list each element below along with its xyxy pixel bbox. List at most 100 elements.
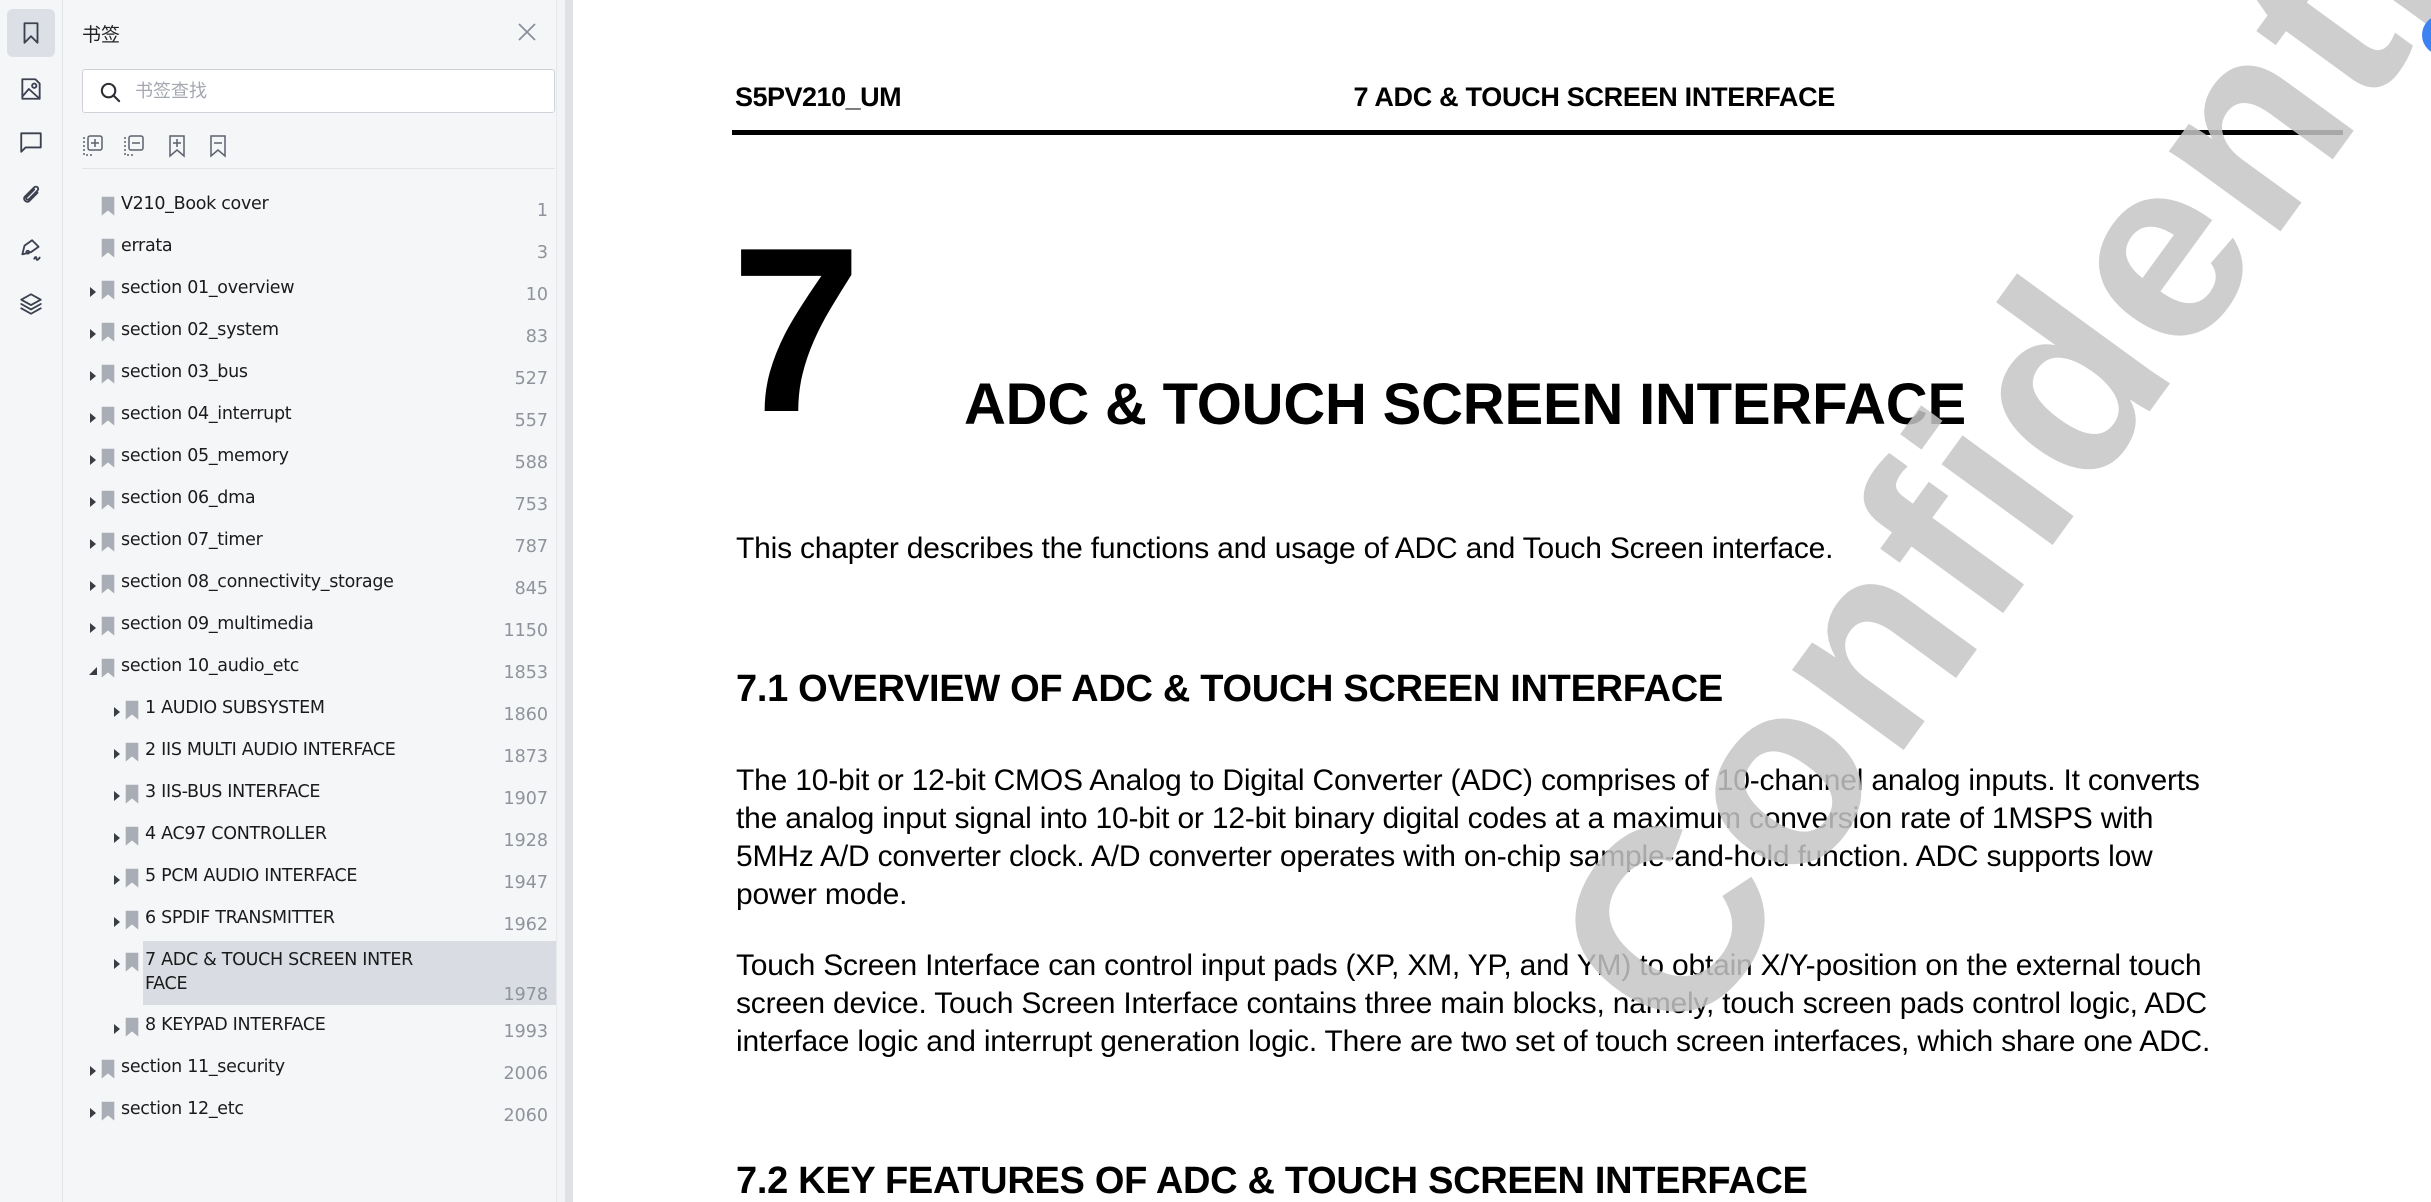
bookmark-item[interactable]: section 03_bus 527 [63, 355, 556, 397]
bookmark-item[interactable]: 7 ADC & TOUCH SCREEN INTER FACE 1978 [63, 941, 556, 1005]
bookmark-icon [101, 490, 115, 510]
caret-right-icon[interactable] [88, 1064, 98, 1076]
bookmark-item[interactable]: V210_Book cover 1 [63, 187, 556, 229]
bookmark-icon [101, 658, 115, 678]
bookmark-item[interactable]: section 10_audio_etc 1853 [63, 649, 556, 691]
bookmark-label: section 02_system [121, 320, 279, 340]
bookmarks-tab[interactable] [7, 9, 55, 57]
layers-tab[interactable] [7, 280, 55, 328]
bookmark-item[interactable]: section 12_etc 2060 [63, 1092, 556, 1134]
caret-down-icon[interactable] [88, 663, 98, 675]
bookmark-item[interactable]: section 09_multimedia 1150 [63, 607, 556, 649]
close-panel-button[interactable] [515, 20, 539, 44]
collapse-all-button[interactable] [123, 133, 151, 163]
bookmark-label: section 04_interrupt [121, 404, 292, 424]
pen-nib-icon [21, 239, 41, 261]
bookmark-search-input[interactable] [135, 76, 535, 106]
chapter-number: 7 [731, 198, 862, 461]
bookmark-label: section 12_etc [121, 1099, 244, 1119]
bookmark-item[interactable]: 3 IIS-BUS INTERFACE 1907 [63, 775, 556, 817]
bookmark-label: section 10_audio_etc [121, 656, 300, 676]
bookmark-label-continued: FACE [145, 974, 188, 994]
caret-right-icon[interactable] [88, 285, 98, 297]
bookmark-item[interactable]: section 02_system 83 [63, 313, 556, 355]
caret-right-icon[interactable] [112, 957, 122, 969]
thumbnails-tab[interactable] [7, 65, 55, 113]
bookmark-label: 5 PCM AUDIO INTERFACE [145, 866, 358, 886]
caret-right-icon[interactable] [88, 537, 98, 549]
bookmark-page-number: 588 [514, 453, 548, 473]
bookmark-page-number: 83 [525, 327, 548, 347]
bookmark-icon [125, 784, 139, 804]
bookmark-icon [125, 952, 139, 972]
bookmark-icon [101, 448, 115, 468]
bookmark-icon [101, 1059, 115, 1079]
bookmark-item[interactable]: 5 PCM AUDIO INTERFACE 1947 [63, 859, 556, 901]
bookmark-icon [101, 616, 115, 636]
bookmark-page-number: 1993 [503, 1022, 548, 1042]
bookmark-label: 6 SPDIF TRANSMITTER [145, 908, 335, 928]
bookmark-label: section 06_dma [121, 488, 256, 508]
bookmark-page-number: 1907 [503, 789, 548, 809]
panel-splitter[interactable] [556, 0, 573, 1202]
caret-right-icon[interactable] [112, 915, 122, 927]
add-bookmark-button[interactable] [165, 133, 193, 163]
running-header-left: S5PV210_UM [735, 82, 902, 112]
text-line: Touch Screen Interface can control input… [736, 949, 2202, 982]
bookmark-item[interactable]: errata 3 [63, 229, 556, 271]
bookmark-item[interactable]: 1 AUDIO SUBSYSTEM 1860 [63, 691, 556, 733]
bookmark-icon [125, 1017, 139, 1037]
paperclip-icon [23, 185, 40, 203]
bookmarks-panel: 书签 V210_Book cover 1 errata 3 section 01_ove… [63, 0, 556, 1202]
bookmark-item[interactable]: section 11_security 2006 [63, 1050, 556, 1092]
bookmark-page-number: 1 [536, 201, 548, 221]
bookmark-item[interactable]: section 01_overview 10 [63, 271, 556, 313]
caret-right-icon[interactable] [112, 873, 122, 885]
bookmark-page-number: 1978 [503, 985, 548, 1005]
bookmark-item[interactable]: 4 AC97 CONTROLLER 1928 [63, 817, 556, 859]
collapse-all-icon [124, 135, 144, 156]
bookmark-item[interactable]: 8 KEYPAD INTERFACE 1993 [63, 1008, 556, 1050]
bookmark-icon [101, 364, 115, 384]
caret-right-icon[interactable] [112, 789, 122, 801]
caret-right-icon[interactable] [88, 369, 98, 381]
caret-right-icon[interactable] [88, 579, 98, 591]
intro-paragraph: This chapter describes the functions and… [736, 532, 1834, 565]
caret-right-icon[interactable] [88, 495, 98, 507]
bookmark-label: section 08_connectivity_storage [121, 572, 394, 592]
caret-right-icon[interactable] [88, 327, 98, 339]
caret-right-icon[interactable] [112, 747, 122, 759]
attachments-tab[interactable] [7, 172, 55, 220]
bookmark-item[interactable]: section 08_connectivity_storage 845 [63, 565, 556, 607]
section-heading-7-1: 7.1 OVERVIEW OF ADC & TOUCH SCREEN INTER… [736, 668, 1723, 710]
caret-right-icon[interactable] [112, 831, 122, 843]
bookmark-page-number: 787 [514, 537, 548, 557]
bookmark-remove-icon [210, 135, 226, 158]
bookmark-icon [125, 910, 139, 930]
signatures-tab[interactable] [7, 226, 55, 274]
bookmark-page-number: 557 [514, 411, 548, 431]
caret-right-icon[interactable] [112, 1022, 122, 1034]
close-icon [518, 23, 536, 41]
section-heading-7-2: 7.2 KEY FEATURES OF ADC & TOUCH SCREEN I… [736, 1160, 1808, 1202]
bookmark-item[interactable]: 2 IIS MULTI AUDIO INTERFACE 1873 [63, 733, 556, 775]
bookmark-item[interactable]: section 06_dma 753 [63, 481, 556, 523]
bookmark-icon [101, 238, 115, 258]
bookmark-item[interactable]: 6 SPDIF TRANSMITTER 1962 [63, 901, 556, 943]
bookmark-page-number: 1962 [503, 915, 548, 935]
caret-right-icon[interactable] [88, 621, 98, 633]
bookmark-item[interactable]: section 07_timer 787 [63, 523, 556, 565]
caret-right-icon[interactable] [88, 453, 98, 465]
bookmark-label: section 11_security [121, 1057, 285, 1077]
caret-right-icon[interactable] [88, 411, 98, 423]
comment-icon [20, 132, 42, 153]
bookmark-item[interactable]: section 05_memory 588 [63, 439, 556, 481]
chapter-title: ADC & TOUCH SCREEN INTERFACE [964, 372, 1966, 437]
caret-right-icon[interactable] [88, 1106, 98, 1118]
caret-right-icon[interactable] [112, 705, 122, 717]
remove-bookmark-button[interactable] [206, 133, 234, 163]
expand-all-button[interactable] [82, 133, 110, 163]
bookmark-label: V210_Book cover [121, 194, 269, 214]
bookmark-item[interactable]: section 04_interrupt 557 [63, 397, 556, 439]
comments-tab[interactable] [7, 118, 55, 166]
